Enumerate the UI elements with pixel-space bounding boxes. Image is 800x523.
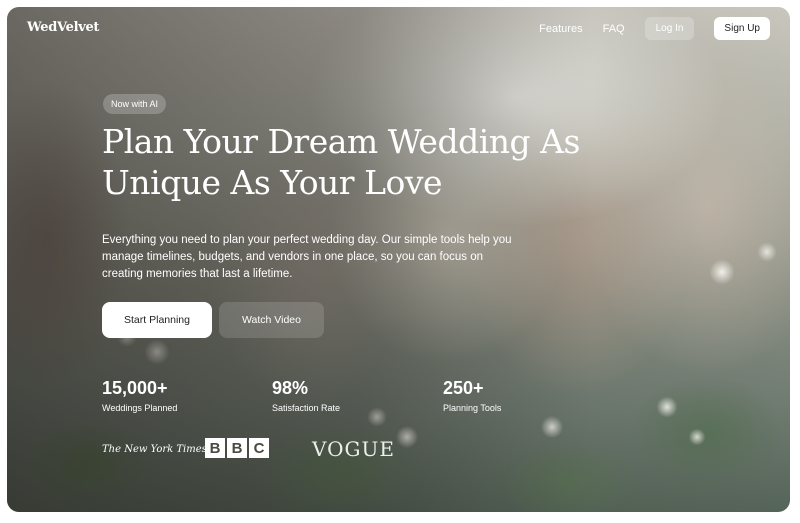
stat-label: Satisfaction Rate xyxy=(272,403,341,413)
nav-faq-link[interactable]: FAQ xyxy=(603,23,625,35)
stat-tools: 250+ Planning Tools xyxy=(443,377,501,413)
bbc-letter: B xyxy=(205,438,225,458)
stat-satisfaction: 98% Satisfaction Rate xyxy=(272,377,340,413)
stat-value: 250+ xyxy=(443,378,484,398)
headline-line-2: Unique As Your Love xyxy=(102,163,443,202)
brand-logo[interactable]: WedVelvet xyxy=(27,20,99,35)
vogue-logo: VOGUE xyxy=(312,437,395,461)
start-planning-button[interactable]: Start Planning xyxy=(102,302,212,338)
hero-headline: Plan Your Dream Wedding As Unique As You… xyxy=(102,121,582,203)
signup-button[interactable]: Sign Up xyxy=(714,17,770,40)
bbc-letter: B xyxy=(227,438,247,458)
stat-label: Planning Tools xyxy=(443,403,502,413)
hero-section: WedVelvet Features FAQ Log In Sign Up No… xyxy=(7,7,790,512)
nyt-logo: The New York Times xyxy=(102,444,207,455)
headline-line-1: Plan Your Dream Wedding As xyxy=(102,122,580,161)
bbc-logo: B B C xyxy=(205,438,271,458)
stat-weddings: 15,000+ Weddings Planned xyxy=(102,377,177,413)
watch-video-button[interactable]: Watch Video xyxy=(219,302,324,338)
bbc-letter: C xyxy=(249,438,269,458)
hero-subtext: Everything you need to plan your perfect… xyxy=(102,234,512,280)
ai-badge: Now with AI xyxy=(103,94,167,114)
stat-label: Weddings Planned xyxy=(102,403,178,413)
login-button[interactable]: Log In xyxy=(644,17,695,40)
stat-value: 98% xyxy=(272,378,309,398)
nav-features-link[interactable]: Features xyxy=(539,23,582,35)
top-nav: Features FAQ Log In Sign Up xyxy=(539,17,770,40)
stat-value: 15,000+ xyxy=(102,378,168,398)
